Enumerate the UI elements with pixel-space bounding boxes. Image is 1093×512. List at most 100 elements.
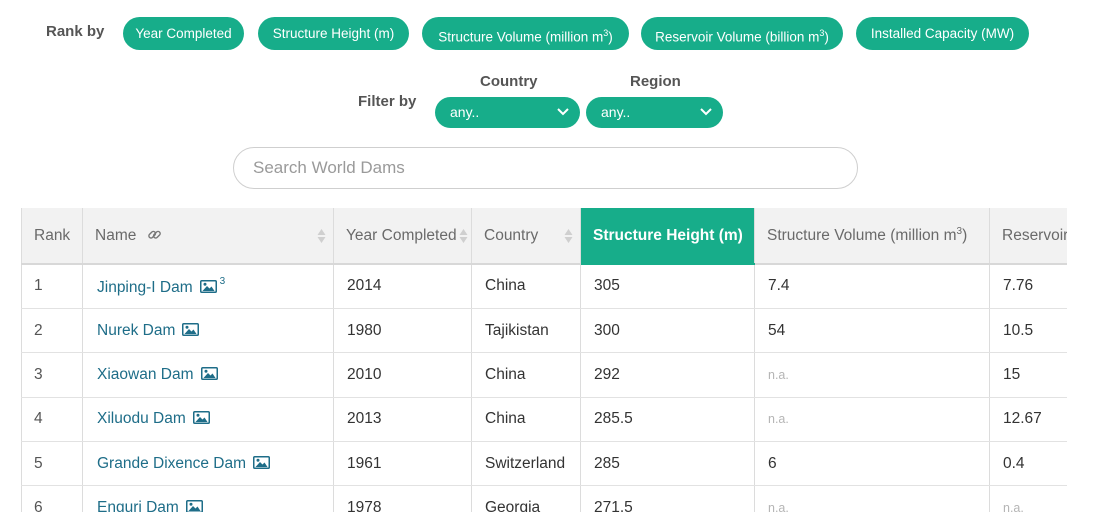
rank-by-label: Rank by — [46, 23, 105, 40]
rank-by-installed-capacity-button[interactable]: Installed Capacity (MW) — [856, 17, 1029, 50]
year-cell: 1978 — [333, 485, 472, 512]
reservoir-cell: n.a. — [989, 485, 1067, 512]
table-row[interactable]: 6 Enguri Dam 1978 Georgia 271.5 n.a. n.a. — [21, 485, 1067, 512]
volume-cell: n.a. — [754, 485, 990, 512]
chevron-down-icon — [700, 108, 712, 116]
country-cell: Switzerland — [471, 441, 581, 487]
year-cell: 2013 — [333, 397, 472, 443]
dam-name-link[interactable]: Xiluodu Dam — [97, 410, 186, 427]
name-cell: Enguri Dam — [82, 485, 334, 512]
dam-name-link[interactable]: Xiaowan Dam — [97, 366, 194, 383]
column-header-name[interactable]: Name — [82, 208, 334, 265]
reservoir-cell: 10.5 — [989, 308, 1067, 354]
dam-name-link[interactable]: Nurek Dam — [97, 322, 175, 339]
table-row[interactable]: 3 Xiaowan Dam 2010 China 292 n.a. 15 — [21, 352, 1067, 398]
table-row[interactable]: 4 Xiluodu Dam 2013 China 285.5 n.a. 12.67 — [21, 397, 1067, 443]
column-header-label: Year Completed — [346, 226, 457, 244]
country-cell: Tajikistan — [471, 308, 581, 354]
table-body: 1 Jinping-I Dam 3 2014 China 305 7.4 7.76 2 Nurek… — [21, 264, 1067, 512]
volume-cell: 6 — [754, 441, 990, 487]
name-cell: Xiaowan Dam — [82, 352, 334, 398]
column-header-suffix: ) — [962, 227, 968, 245]
rank-cell: 1 — [21, 264, 83, 309]
year-cell: 2014 — [333, 264, 472, 309]
region-filter-label: Region — [630, 73, 681, 90]
image-icon[interactable] — [182, 322, 200, 336]
country-select-value: any.. — [450, 104, 480, 120]
rank-by-option-suffix: ) — [824, 29, 829, 45]
rank-by-reservoir-volume-button[interactable]: Reservoir Volume (billion m3) — [641, 17, 843, 50]
name-cell: Grande Dixence Dam — [82, 441, 334, 487]
country-cell: China — [471, 397, 581, 443]
sort-icon — [459, 229, 468, 243]
country-cell: Georgia — [471, 485, 581, 512]
rank-by-option-label: Year Completed — [135, 26, 232, 41]
reservoir-cell: 12.67 — [989, 397, 1067, 443]
column-header-label: Country — [484, 226, 539, 244]
region-select-value: any.. — [601, 104, 631, 120]
chevron-down-icon — [557, 108, 569, 116]
year-cell: 2010 — [333, 352, 472, 398]
height-cell: 292 — [580, 352, 755, 398]
reservoir-cell: 7.76 — [989, 264, 1067, 309]
rank-by-year-completed-button[interactable]: Year Completed — [123, 17, 244, 50]
table-row[interactable]: 2 Nurek Dam 1980 Tajikistan 300 54 10.5 — [21, 308, 1067, 354]
rank-by-option-suffix: ) — [608, 29, 613, 45]
column-header-structure-height[interactable]: Structure Height (m) — [580, 208, 755, 265]
volume-cell: 54 — [754, 308, 990, 354]
column-header-structure-volume[interactable]: Structure Volume (million m3) — [754, 208, 990, 265]
column-header-label: Rank — [34, 226, 71, 244]
height-cell: 285 — [580, 441, 755, 487]
image-icon[interactable] — [192, 411, 210, 425]
height-cell: 285.5 — [580, 397, 755, 443]
volume-cell: 7.4 — [754, 264, 990, 309]
image-icon[interactable] — [185, 500, 203, 512]
table-row[interactable]: 5 Grande Dixence Dam 1961 Switzerland 285 6 0.… — [21, 441, 1067, 487]
rank-cell: 6 — [21, 485, 83, 512]
rank-by-option-label: Reservoir Volume (billion m — [655, 29, 820, 45]
name-cell: Nurek Dam — [82, 308, 334, 354]
height-cell: 300 — [580, 308, 755, 354]
dam-name-link[interactable]: Enguri Dam — [97, 499, 179, 512]
filter-by-label: Filter by — [358, 93, 417, 110]
country-cell: China — [471, 264, 581, 309]
rank-by-option-label: Structure Volume (million m — [438, 29, 604, 45]
column-header-label: Reservoir Volume (billion m — [1002, 226, 1067, 244]
dams-table: Rank Name Year Completed Country Structu… — [21, 208, 1067, 512]
column-header-reservoir-volume[interactable]: Reservoir Volume (billion m — [989, 208, 1067, 265]
region-select[interactable]: any.. — [586, 97, 723, 128]
year-cell: 1980 — [333, 308, 472, 354]
dam-name-link[interactable]: Jinping-I Dam — [97, 279, 193, 296]
image-icon[interactable] — [200, 366, 218, 380]
dams-table-container[interactable]: Rank Name Year Completed Country Structu… — [21, 208, 1067, 512]
rank-cell: 2 — [21, 308, 83, 354]
country-cell: China — [471, 352, 581, 398]
country-select[interactable]: any.. — [435, 97, 580, 128]
image-count: 3 — [219, 275, 226, 287]
rank-by-structure-height-button[interactable]: Structure Height (m) — [258, 17, 409, 50]
rank-cell: 4 — [21, 397, 83, 443]
rank-by-option-label: Installed Capacity (MW) — [870, 26, 1015, 41]
year-cell: 1961 — [333, 441, 472, 487]
column-header-rank[interactable]: Rank — [21, 208, 83, 265]
image-icon[interactable] — [253, 455, 271, 469]
table-header-row: Rank Name Year Completed Country Structu… — [21, 208, 1067, 265]
height-cell: 305 — [580, 264, 755, 309]
height-cell: 271.5 — [580, 485, 755, 512]
rank-by-structure-volume-button[interactable]: Structure Volume (million m3) — [422, 17, 629, 50]
sort-icon — [317, 229, 326, 243]
table-row[interactable]: 1 Jinping-I Dam 3 2014 China 305 7.4 7.76 — [21, 264, 1067, 309]
column-header-year-completed[interactable]: Year Completed — [333, 208, 472, 265]
link-icon — [147, 230, 161, 239]
column-header-label: Structure Volume (million m — [767, 227, 957, 245]
search-input[interactable] — [233, 147, 858, 189]
name-cell: Xiluodu Dam — [82, 397, 334, 443]
rank-cell: 3 — [21, 352, 83, 398]
dam-name-link[interactable]: Grande Dixence Dam — [97, 455, 246, 472]
column-header-label: Structure Height (m) — [593, 226, 743, 244]
rank-cell: 5 — [21, 441, 83, 487]
image-icon[interactable] — [199, 279, 217, 293]
rank-by-option-label: Structure Height (m) — [272, 26, 395, 41]
column-header-country[interactable]: Country — [471, 208, 581, 265]
reservoir-cell: 0.4 — [989, 441, 1067, 487]
